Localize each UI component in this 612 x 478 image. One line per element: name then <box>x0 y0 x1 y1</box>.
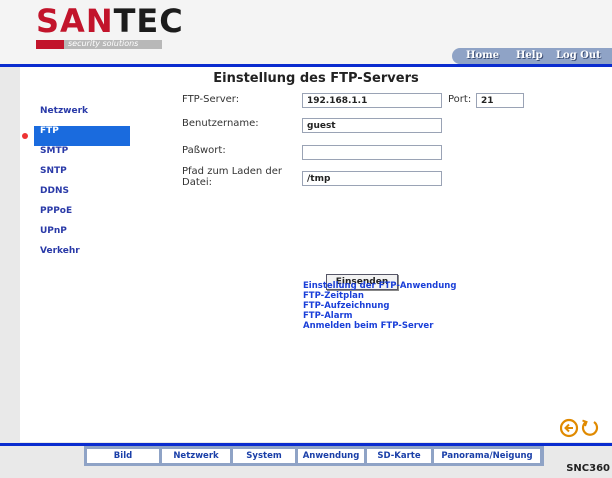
sidebar-item-label: DDNS <box>40 186 69 196</box>
link-ftp-application[interactable]: Einstellung der FTP-Anwendung <box>303 281 456 291</box>
ftp-server-label: FTP-Server: <box>182 94 240 105</box>
header: SANTEC security solutions Home Help Log … <box>0 0 612 66</box>
active-dot-icon <box>22 133 28 139</box>
logo-wordmark: SANTEC <box>36 4 184 38</box>
password-input[interactable] <box>302 145 442 160</box>
link-ftp-login[interactable]: Anmelden beim FTP-Server <box>303 321 456 331</box>
tab-anwendung[interactable]: Anwendung <box>298 449 364 463</box>
link-ftp-schedule[interactable]: FTP-Zeitplan <box>303 291 456 301</box>
bottom-nav: Bild Netzwerk System Anwendung SD-Karte … <box>84 446 544 466</box>
path-label-line-1: Pfad zum Laden der <box>182 166 283 177</box>
logo-tagline: security solutions <box>68 39 139 48</box>
logo-wordmark-text: SANTEC <box>36 2 184 40</box>
sidebar-item-ftp[interactable]: FTP <box>22 126 130 146</box>
password-label: Paßwort: <box>182 145 226 156</box>
sidebar-item-sntp[interactable]: SNTP <box>20 166 150 186</box>
sidebar-item-label: SNTP <box>40 166 67 176</box>
sidebar-item-label: Verkehr <box>40 246 80 256</box>
help-button[interactable]: Help <box>516 49 543 63</box>
logout-button[interactable]: Log Out <box>556 49 601 63</box>
sidebar-item-netzwerk[interactable]: Netzwerk <box>20 106 150 126</box>
tab-panorama-neigung[interactable]: Panorama/Neigung <box>434 449 540 463</box>
port-input[interactable]: 21 <box>476 93 524 108</box>
path-label: Pfad zum Laden der Datei: <box>182 166 282 188</box>
link-ftp-recording[interactable]: FTP-Aufzeichnung <box>303 301 456 311</box>
link-ftp-alarm[interactable]: FTP-Alarm <box>303 311 456 321</box>
sidebar-nav: Netzwerk FTP SMTP SNTP DDNS PPPoE UPnP V… <box>20 106 150 266</box>
tab-system[interactable]: System <box>233 449 295 463</box>
tab-netzwerk[interactable]: Netzwerk <box>162 449 230 463</box>
sidebar-item-verkehr[interactable]: Verkehr <box>20 246 150 266</box>
ftp-server-input[interactable]: 192.168.1.1 <box>302 93 442 108</box>
sidebar-item-label: UPnP <box>40 226 67 236</box>
app-frame: SANTEC security solutions Home Help Log … <box>0 0 612 478</box>
sidebar-item-pppoe[interactable]: PPPoE <box>20 206 150 226</box>
sidebar-item-ddns[interactable]: DDNS <box>20 186 150 206</box>
sidebar-item-smtp[interactable]: SMTP <box>20 146 150 166</box>
model-label: SNC360 <box>566 463 610 474</box>
home-button[interactable]: Home <box>466 49 499 63</box>
santec-logo: SANTEC security solutions <box>36 4 183 50</box>
username-label: Benutzername: <box>182 118 259 129</box>
path-label-line-2: Datei: <box>182 177 213 188</box>
back-circle-icon[interactable] <box>559 418 579 438</box>
username-input[interactable]: guest <box>302 118 442 133</box>
page-title: Einstellung des FTP-Servers <box>213 71 419 86</box>
port-label: Port: <box>448 94 472 105</box>
path-input[interactable]: /tmp <box>302 171 442 186</box>
ftp-links: Einstellung der FTP-Anwendung FTP-Zeitpl… <box>303 281 456 331</box>
top-nav: Home Help Log Out <box>452 48 612 64</box>
sidebar-item-label: SMTP <box>40 146 69 156</box>
main-content: Einstellung des FTP-Servers Netzwerk FTP… <box>20 67 612 442</box>
sidebar-item-label: PPPoE <box>40 206 73 216</box>
sidebar-item-label: FTP <box>40 126 59 136</box>
page-actions <box>559 417 600 439</box>
sidebar-item-label: Netzwerk <box>40 106 89 116</box>
refresh-icon[interactable] <box>581 419 599 436</box>
tab-sd-karte[interactable]: SD-Karte <box>367 449 431 463</box>
tab-bild[interactable]: Bild <box>87 449 159 463</box>
sidebar-item-upnp[interactable]: UPnP <box>20 226 150 246</box>
